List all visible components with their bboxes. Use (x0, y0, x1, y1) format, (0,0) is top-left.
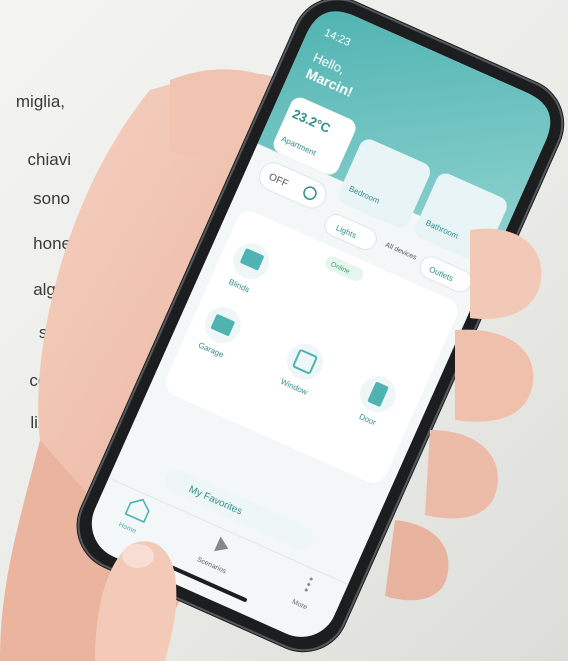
finger (425, 430, 498, 519)
finger (385, 520, 449, 601)
photo-scene: 14:23 Hello, Marcin! 23.2°C Apartment Be… (0, 0, 565, 661)
finger (455, 329, 534, 422)
finger (470, 228, 542, 320)
fingernail (122, 544, 154, 568)
